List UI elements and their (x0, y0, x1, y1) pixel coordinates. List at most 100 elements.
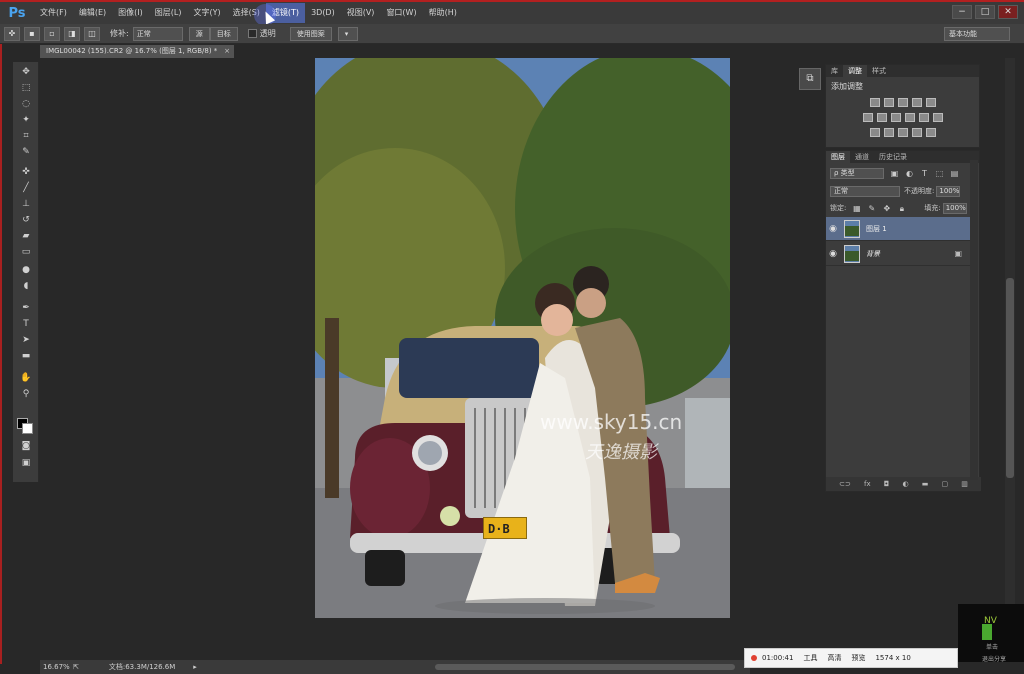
zoom-level[interactable]: 16.67% (43, 663, 73, 671)
filter-type-icon[interactable]: T (920, 169, 929, 178)
curves-icon[interactable] (897, 98, 908, 107)
layer-name[interactable]: 图层 1 (866, 224, 887, 234)
add-selection-icon[interactable]: ▫ (44, 26, 60, 41)
target-button[interactable]: 目标 (209, 26, 238, 41)
new-layer-icon[interactable]: ▢ (941, 480, 948, 488)
fx-icon[interactable]: fx (864, 480, 871, 488)
source-button[interactable]: 源 (188, 26, 210, 41)
folder-icon[interactable]: ▬ (922, 480, 929, 488)
opacity-input[interactable]: 100% (936, 185, 961, 197)
layer-filter-select[interactable]: ρ 类型 (830, 167, 884, 179)
tab-library[interactable]: 库 (826, 65, 843, 77)
patch-tool-icon[interactable]: ✜ (4, 26, 20, 41)
workspace-select[interactable]: 基本功能 (944, 27, 1010, 41)
zoom-export-icon[interactable]: ⇱ (73, 663, 79, 671)
visibility-eye-icon[interactable]: ◉ (826, 249, 840, 259)
link-icon[interactable]: ⊂⊃ (839, 480, 851, 488)
color-lookup-icon[interactable] (932, 113, 943, 122)
tab-adjustments[interactable]: 调整 (843, 65, 867, 77)
filter-pixel-icon[interactable]: ▣ (890, 169, 899, 178)
gradient-tool-icon[interactable]: ▭ (19, 246, 33, 258)
filter-shape-icon[interactable]: ⬚ (935, 169, 944, 178)
blend-mode-select[interactable]: 正常 (830, 185, 900, 197)
lock-position-icon[interactable]: ✥ (882, 204, 891, 213)
dodge-tool-icon[interactable]: ◖ (19, 280, 33, 292)
adjustment-icon[interactable]: ◐ (902, 480, 908, 488)
history-brush-tool-icon[interactable]: ↺ (19, 214, 33, 226)
tab-history[interactable]: 历史记录 (874, 151, 912, 163)
minimize-button[interactable]: − (952, 5, 972, 19)
pattern-picker[interactable]: ▾ (337, 26, 358, 41)
vertical-scrollbar[interactable] (1005, 58, 1015, 658)
hue-saturation-icon[interactable] (862, 113, 873, 122)
layer-row-1[interactable]: ◉ 图层 1 (826, 217, 972, 241)
stamp-tool-icon[interactable]: ⊥ (19, 198, 33, 210)
background-color-swatch[interactable] (22, 423, 33, 434)
menu-item-1[interactable]: 编辑(E) (73, 3, 112, 23)
visibility-eye-icon[interactable]: ◉ (826, 224, 840, 234)
menu-item-4[interactable]: 文字(Y) (187, 3, 226, 23)
patch-tool-icon-side[interactable]: ✜ (19, 166, 33, 178)
eraser-tool-icon[interactable]: ▰ (19, 230, 33, 242)
vibrance-icon[interactable] (925, 98, 936, 107)
zoom-tool-icon[interactable]: ⚲ (19, 388, 33, 400)
mask-icon[interactable]: ◘ (884, 480, 890, 488)
gradient-map-icon[interactable] (925, 128, 936, 137)
pen-tool-icon[interactable]: ✒ (19, 302, 33, 314)
tab-styles[interactable]: 样式 (867, 65, 891, 77)
type-tool-icon[interactable]: T (19, 318, 33, 330)
vertical-scrollbar-thumb[interactable] (1006, 278, 1014, 478)
new-selection-icon[interactable]: ▪ (24, 26, 40, 41)
menu-item-2[interactable]: 图像(I) (112, 3, 149, 23)
recorder-preview-button[interactable]: 预览 (851, 653, 865, 663)
exposure-icon[interactable] (911, 98, 922, 107)
menu-item-7[interactable]: 3D(D) (305, 3, 341, 23)
fill-input[interactable]: 100% (942, 202, 967, 214)
shape-tool-icon[interactable]: ▬ (19, 350, 33, 362)
subtract-selection-icon[interactable]: ◨ (64, 26, 80, 41)
nvidia-overlay[interactable]: NV 单击 退出分享 (958, 604, 1024, 663)
menu-item-9[interactable]: 窗口(W) (380, 3, 422, 23)
lock-all-icon[interactable]: 🔒︎ (897, 204, 906, 213)
recorder-quality-button[interactable]: 高清 (827, 653, 841, 663)
transparent-checkbox[interactable] (247, 29, 257, 38)
horizontal-scrollbar[interactable] (435, 664, 735, 670)
canvas-area[interactable]: www.sky15.cn 天逸摄影 D·B (40, 58, 824, 660)
marquee-tool-icon[interactable]: ⬚ (19, 82, 33, 94)
channel-mixer-icon[interactable] (918, 113, 929, 122)
recorder-tools-button[interactable]: 工具 (803, 653, 817, 663)
blur-tool-icon[interactable]: ● (19, 264, 33, 276)
invert-icon[interactable] (869, 128, 880, 137)
layers-scrollbar[interactable] (970, 160, 978, 480)
crop-tool-icon[interactable]: ⌗ (19, 130, 33, 142)
layer-name[interactable]: 背景 (866, 249, 880, 259)
repair-mode-select[interactable]: 正常 (132, 26, 183, 41)
wedding-photo[interactable]: www.sky15.cn 天逸摄影 D·B (315, 58, 730, 618)
use-pattern-button[interactable]: 使用图案 (289, 26, 332, 41)
magic-wand-tool-icon[interactable]: ✦ (19, 114, 33, 126)
menu-item-8[interactable]: 视图(V) (341, 3, 381, 23)
black-white-icon[interactable] (890, 113, 901, 122)
menu-item-10[interactable]: 帮助(H) (423, 3, 463, 23)
document-tab[interactable]: IMGL00042 (155).CR2 @ 16.7% (图层 1, RGB/8… (40, 45, 234, 58)
trash-icon[interactable]: ▥ (961, 480, 968, 488)
hand-tool-icon[interactable]: ✋ (19, 372, 33, 384)
filter-smart-icon[interactable]: ▤ (950, 169, 959, 178)
panel-collapse-icon[interactable]: ⧉ (799, 68, 821, 90)
filter-adjustment-icon[interactable]: ◐ (905, 169, 914, 178)
quick-mask-icon[interactable]: ◙ (19, 440, 33, 452)
tab-layers[interactable]: 图层 (826, 151, 850, 163)
tab-channels[interactable]: 通道 (850, 151, 874, 163)
lock-image-icon[interactable]: ✎ (867, 204, 876, 213)
menu-item-3[interactable]: 图层(L) (149, 3, 188, 23)
layer-row-background[interactable]: ◉ 背景 ▣ (826, 242, 972, 266)
lock-transparent-icon[interactable]: ▦ (852, 204, 861, 213)
restore-button[interactable]: □ (975, 5, 995, 19)
move-tool-icon[interactable]: ✥ (19, 66, 33, 78)
color-balance-icon[interactable] (876, 113, 887, 122)
screen-mode-icon[interactable]: ▣ (19, 457, 33, 469)
posterize-icon[interactable] (883, 128, 894, 137)
path-select-tool-icon[interactable]: ➤ (19, 334, 33, 346)
status-menu-icon[interactable]: ▸ (193, 663, 197, 671)
photo-filter-icon[interactable] (904, 113, 915, 122)
